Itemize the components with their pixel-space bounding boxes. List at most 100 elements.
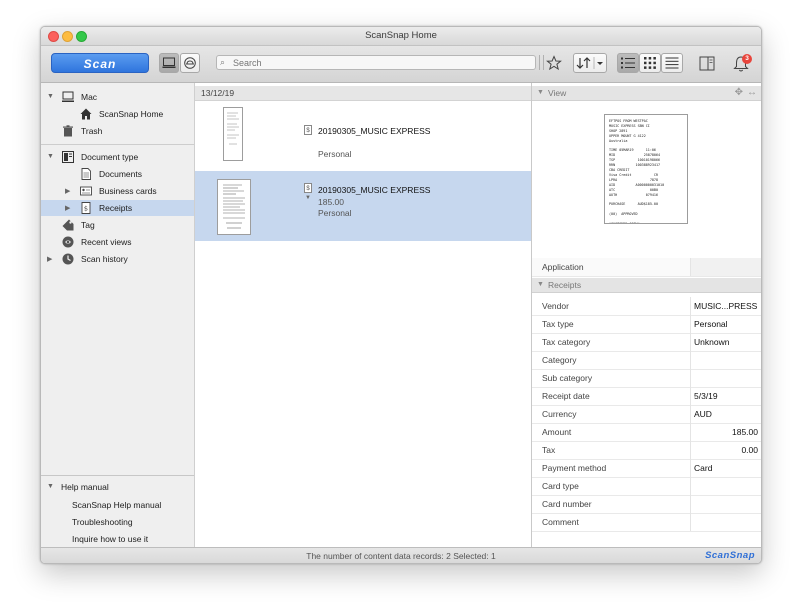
tag-icon bbox=[62, 219, 74, 231]
field-value: 185.00 bbox=[732, 427, 758, 437]
field-label: Sub category bbox=[542, 373, 593, 383]
search-field[interactable]: ⌕ bbox=[216, 55, 536, 70]
computer-icon bbox=[162, 57, 176, 68]
field-value-cell[interactable]: AUD bbox=[690, 405, 761, 423]
field-value-cell[interactable]: Personal bbox=[690, 315, 761, 333]
help-link-label: ScanSnap Help manual bbox=[72, 500, 162, 510]
field-value: AUD bbox=[694, 409, 712, 419]
field-value: Personal bbox=[694, 319, 728, 329]
sidebar-item-label: Document type bbox=[81, 152, 139, 162]
sidebar-item-label: Scan history bbox=[81, 254, 128, 264]
disclosure-collapsed-icon[interactable]: ▶ bbox=[47, 255, 52, 263]
disclosure-expanded-icon[interactable]: ▼ bbox=[537, 281, 544, 288]
cloud-sync-icon bbox=[184, 57, 196, 69]
grid-view-button[interactable] bbox=[639, 53, 661, 73]
sidebar-item-mac[interactable]: ▼ Mac bbox=[41, 89, 194, 105]
field-label: Tax type bbox=[542, 319, 574, 329]
sidebar-item-trash[interactable]: Trash bbox=[41, 123, 194, 139]
field-value-cell[interactable] bbox=[690, 495, 761, 513]
field-value: MUSIC...PRESS bbox=[694, 301, 758, 311]
disclosure-expanded-icon[interactable]: ▼ bbox=[47, 153, 54, 160]
disclosure-collapsed-icon[interactable]: ▶ bbox=[65, 204, 70, 212]
field-card-type: Card type bbox=[532, 477, 761, 496]
help-link-scansnap-help-manual[interactable]: ScanSnap Help manual bbox=[41, 497, 194, 513]
help-section: ▼ Help manual ScanSnap Help manual Troub… bbox=[41, 475, 194, 548]
list-item[interactable]: $ 20190305_MUSIC EXPRESS Personal bbox=[195, 101, 531, 171]
field-value-cell[interactable]: Card bbox=[690, 459, 761, 477]
field-value-cell[interactable]: Unknown bbox=[690, 333, 761, 351]
sidebar-item-scan-history[interactable]: ▶ Scan history bbox=[41, 251, 194, 267]
sidebar-item-receipts[interactable]: ▶ $ Receipts bbox=[41, 200, 194, 216]
list-item-selected[interactable]: $ ▼ 20190305_MUSIC EXPRESS 185.00 Person… bbox=[195, 171, 531, 241]
field-value-cell[interactable] bbox=[690, 513, 761, 531]
toggle-panel-button[interactable] bbox=[699, 56, 715, 71]
field-value-cell[interactable]: 185.00 bbox=[690, 423, 761, 441]
sidebar-item-label: Recent views bbox=[81, 237, 132, 247]
field-value: Unknown bbox=[694, 337, 730, 347]
sort-button[interactable] bbox=[573, 53, 607, 73]
field-vendor: Vendor MUSIC...PRESS bbox=[532, 297, 761, 316]
application-value-field[interactable] bbox=[690, 258, 761, 276]
help-link-troubleshooting[interactable]: Troubleshooting bbox=[41, 514, 194, 530]
status-text: The number of content data records: 2 Se… bbox=[306, 551, 496, 561]
detail-panel: ▼ View ✥ ↔ EFTPOS FROM WESTPAC MUSIC EXP… bbox=[532, 83, 761, 547]
notifications-button[interactable]: 3 bbox=[733, 54, 755, 74]
business-card-icon bbox=[80, 186, 92, 196]
help-link-inquire[interactable]: Inquire how to use it bbox=[41, 531, 194, 547]
disclosure-expanded-icon[interactable]: ▼ bbox=[47, 93, 54, 100]
chevron-down-icon[interactable]: ▼ bbox=[305, 195, 311, 201]
sidebar-item-recent-views[interactable]: Recent views bbox=[41, 234, 194, 250]
sidebar-divider bbox=[41, 144, 194, 145]
toolbar-resize-handle[interactable] bbox=[539, 55, 544, 70]
receipt-icon: $ bbox=[81, 202, 91, 214]
receipts-section-header[interactable]: ▼ Receipts bbox=[532, 278, 761, 293]
field-label: Category bbox=[542, 355, 577, 365]
field-value: Card bbox=[694, 463, 713, 473]
disclosure-collapsed-icon[interactable]: ▶ bbox=[65, 187, 70, 195]
local-view-toggle[interactable] bbox=[159, 53, 179, 73]
disclosure-expanded-icon[interactable]: ▼ bbox=[47, 483, 54, 490]
disclosure-expanded-icon[interactable]: ▼ bbox=[537, 89, 544, 96]
receipt-icon: $ bbox=[304, 125, 312, 135]
detail-view-button[interactable] bbox=[661, 53, 683, 73]
list-view-button[interactable] bbox=[617, 53, 639, 73]
view-section-header[interactable]: ▼ View ✥ ↔ bbox=[532, 86, 761, 101]
sidebar-item-label: Tag bbox=[81, 220, 95, 230]
field-value-cell[interactable]: 5/3/19 bbox=[690, 387, 761, 405]
field-value-cell[interactable] bbox=[690, 369, 761, 387]
scan-button[interactable]: Scan bbox=[51, 53, 149, 73]
field-label: Card number bbox=[542, 499, 592, 509]
star-icon bbox=[546, 55, 562, 71]
document-type-icon bbox=[62, 151, 74, 163]
item-category: Personal bbox=[318, 208, 352, 218]
search-input[interactable] bbox=[233, 56, 533, 69]
receipt-icon: $ bbox=[304, 183, 312, 193]
field-value-cell[interactable] bbox=[690, 351, 761, 369]
cloud-view-toggle[interactable] bbox=[180, 53, 200, 73]
field-label: Currency bbox=[542, 409, 577, 419]
list-view-icon bbox=[621, 57, 635, 69]
move-icon[interactable]: ✥ bbox=[735, 87, 743, 98]
title-bar: ScanSnap Home bbox=[41, 27, 761, 46]
help-manual-header[interactable]: ▼ Help manual bbox=[41, 479, 194, 495]
field-receipt-date: Receipt date 5/3/19 bbox=[532, 387, 761, 406]
field-value-cell[interactable] bbox=[690, 477, 761, 495]
field-value-cell[interactable]: MUSIC...PRESS bbox=[690, 297, 761, 315]
receipt-preview[interactable]: EFTPOS FROM WESTPAC MUSIC EXPRESS SBN CI… bbox=[604, 114, 688, 224]
sidebar-item-documents[interactable]: Documents bbox=[41, 166, 194, 182]
resize-horizontal-icon[interactable]: ↔ bbox=[747, 87, 757, 98]
sidebar-item-tag[interactable]: Tag bbox=[41, 217, 194, 233]
item-title: 20190305_MUSIC EXPRESS bbox=[318, 185, 431, 195]
search-icon: ⌕ bbox=[220, 57, 226, 67]
status-bar: The number of content data records: 2 Se… bbox=[41, 547, 761, 563]
sidebar-item-scansnap-home[interactable]: ScanSnap Home bbox=[41, 106, 194, 122]
receipt-thumbnail bbox=[217, 179, 251, 235]
favorite-button[interactable] bbox=[546, 55, 562, 71]
field-sub-category: Sub category bbox=[532, 369, 761, 388]
field-tax-type: Tax type Personal bbox=[532, 315, 761, 334]
field-value-cell[interactable]: 0.00 bbox=[690, 441, 761, 459]
sidebar-item-document-type[interactable]: ▼ Document type bbox=[41, 149, 194, 165]
field-tax-category: Tax category Unknown bbox=[532, 333, 761, 352]
sidebar-item-business-cards[interactable]: ▶ Business cards bbox=[41, 183, 194, 199]
window-title: ScanSnap Home bbox=[365, 30, 437, 41]
